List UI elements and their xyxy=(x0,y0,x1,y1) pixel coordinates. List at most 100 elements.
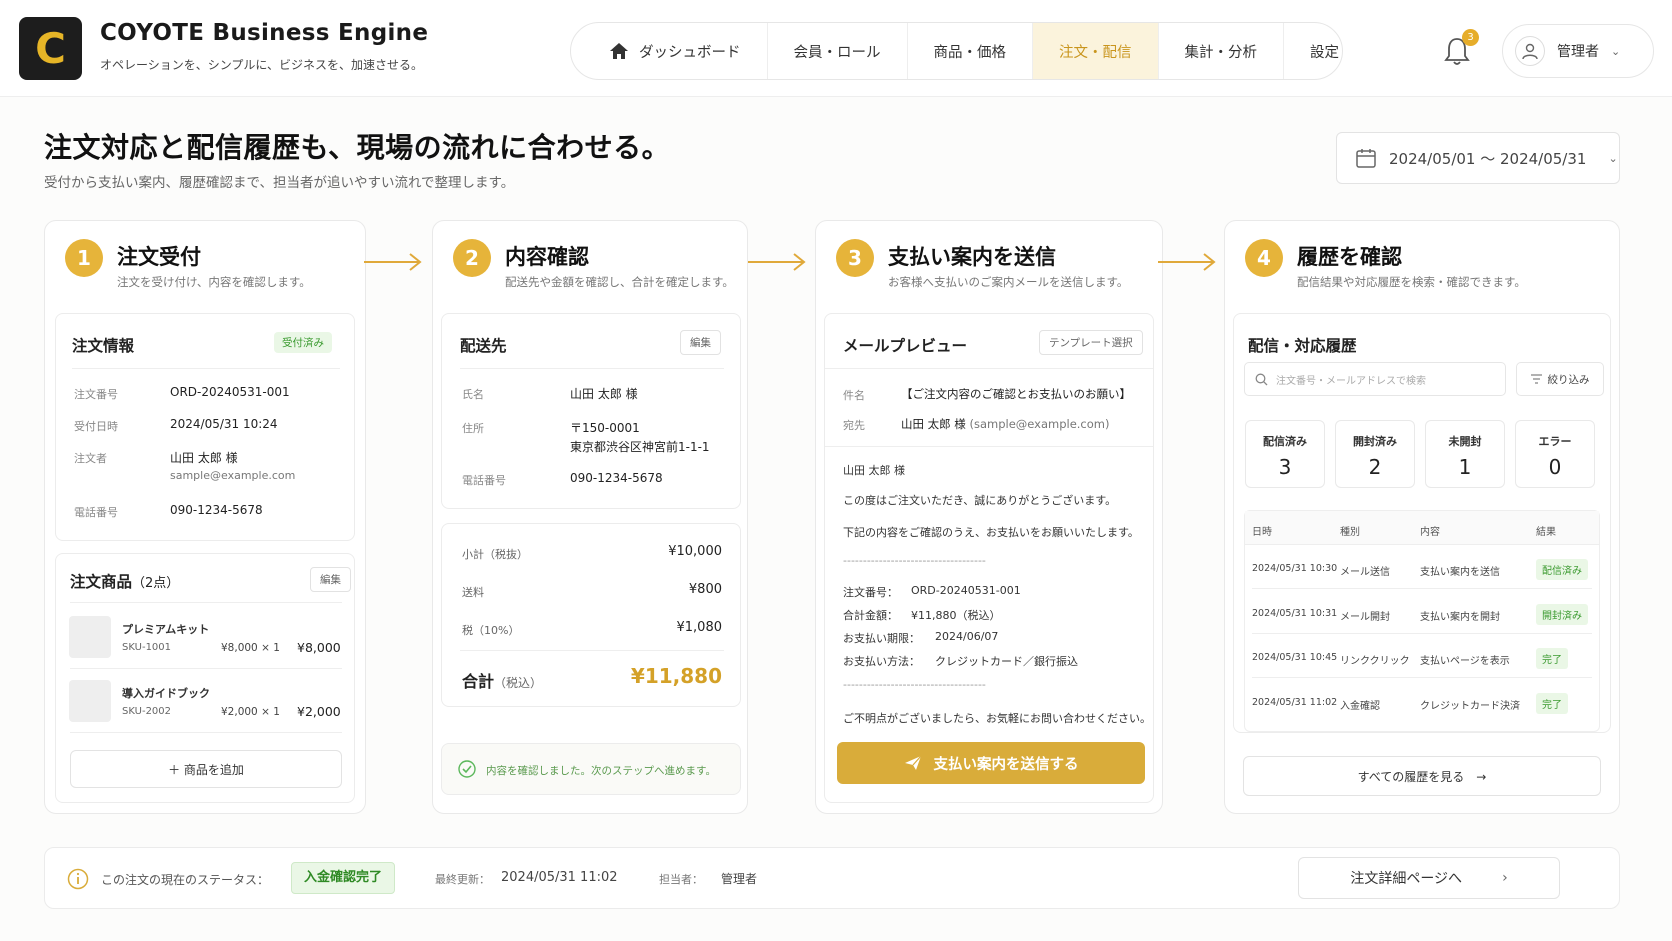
nav-analytics[interactable]: 集計・分析 xyxy=(1159,23,1284,79)
row-time: 2024/05/31 11:02 xyxy=(1252,697,1338,708)
owner-label: 担当者： xyxy=(659,873,703,886)
nav-settings[interactable]: 設定 xyxy=(1284,23,1365,79)
app-tagline: オペレーションを、シンプルに、ビジネスを、加速させる。 xyxy=(100,58,424,72)
card-title-text: 注文商品 xyxy=(70,573,133,591)
mail-line: 下記の内容をご確認のうえ、お支払いをお願いいたします。 xyxy=(843,526,1139,539)
view-all-history-button[interactable]: すべての履歴を見る → xyxy=(1243,756,1601,796)
field-label: 住所 xyxy=(462,422,484,435)
chevron-down-icon: ⌄ xyxy=(1608,151,1618,165)
nav-dashboard[interactable]: ダッシュボード xyxy=(583,23,768,79)
mail-due-label: お支払い期限： xyxy=(843,632,920,645)
subtotal-value: ¥10,000 xyxy=(668,544,722,559)
check-circle-icon xyxy=(458,760,476,778)
edit-button[interactable]: 編集 xyxy=(680,330,721,355)
step-number: 3 xyxy=(836,239,874,277)
card-title: 注文情報 xyxy=(72,337,135,355)
step-title: 注文受付 xyxy=(117,245,201,269)
step-number: 4 xyxy=(1245,239,1283,277)
product-unit: ¥8,000 × 1 xyxy=(221,642,280,654)
mail-separator: ------------------------------------ xyxy=(843,554,986,567)
field-label: 電話番号 xyxy=(74,506,118,519)
chevron-right-icon: › xyxy=(1502,870,1508,886)
stat-label: エラー xyxy=(1538,435,1572,448)
nav-label: ダッシュボード xyxy=(639,44,741,61)
field-label: 氏名 xyxy=(462,388,484,401)
field-label: 注文番号 xyxy=(74,388,118,401)
shipping-phone: 090-1234-5678 xyxy=(570,471,663,485)
user-icon xyxy=(1522,43,1538,60)
filter-label: 絞り込み xyxy=(1547,373,1590,386)
result-badge: 配信済み xyxy=(1536,559,1588,580)
history-search-input[interactable]: 注文番号・メールアドレスで検索 xyxy=(1244,362,1506,396)
mail-amount-label: 合計金額： xyxy=(843,609,898,622)
template-select-button[interactable]: テンプレート選択 xyxy=(1039,330,1143,355)
row-type: 入金確認 xyxy=(1340,701,1380,712)
product-sku: SKU-2002 xyxy=(122,706,172,717)
order-items-card: 注文商品（2点） 編集 プレミアムキット SKU-1001 ¥8,000 × 1… xyxy=(55,553,355,803)
product-unit: ¥2,000 × 1 xyxy=(221,706,280,718)
col-header: 結果 xyxy=(1536,527,1556,538)
customer-phone: 090-1234-5678 xyxy=(170,503,263,517)
filter-button[interactable]: 絞り込み xyxy=(1516,362,1604,396)
mail-line: この度はご注文いただき、誠にありがとうございます。 xyxy=(843,494,1117,507)
date-range-picker[interactable]: 2024/05/01 〜 2024/05/31 ⌄ xyxy=(1336,132,1620,184)
col-header: 内容 xyxy=(1420,527,1440,538)
stat-label: 配信済み xyxy=(1263,435,1307,448)
status-label: この注文の現在のステータス： xyxy=(101,873,270,887)
send-payment-guide-button[interactable]: 支払い案内を送信する xyxy=(837,742,1145,784)
shipping-fee-value: ¥800 xyxy=(688,582,722,597)
stat-label: 未開封 xyxy=(1448,435,1482,448)
order-number: ORD-20240531-001 xyxy=(170,385,290,399)
stat-unopened[interactable]: 未開封 1 xyxy=(1425,420,1505,488)
stat-opened[interactable]: 開封済み 2 xyxy=(1335,420,1415,488)
status-badge: 受付済み xyxy=(274,332,332,353)
add-item-button[interactable]: ＋ 商品を追加 xyxy=(70,750,342,788)
shipping-name: 山田 太郎 様 xyxy=(570,387,638,401)
card-title: 配信・対応履歴 xyxy=(1248,337,1357,355)
totals-card: 小計（税抜） ¥10,000 送料 ¥800 税（10%） ¥1,080 合計（… xyxy=(441,523,741,707)
result-badge: 完了 xyxy=(1536,648,1568,669)
main-nav: ダッシュボード 会員・ロール 商品・価格 注文・配信 集計・分析 設定 xyxy=(570,22,1343,80)
customer-name: 山田 太郎 様 xyxy=(170,451,238,465)
subtotal-label: 小計（税抜） xyxy=(462,548,528,561)
product-name: 導入ガイドブック xyxy=(122,687,210,700)
updated-label: 最終更新： xyxy=(435,873,490,886)
step-desc: 注文を受け付け、内容を確認します。 xyxy=(117,275,311,289)
app-title: COYOTE Business Engine xyxy=(100,20,429,46)
nav-label: 会員・ロール xyxy=(793,44,881,61)
date-range-value: 2024/05/01 〜 2024/05/31 xyxy=(1389,149,1587,168)
step-content-check: 2 内容確認 配送先や金額を確認し、合計を確定します。 配送先 編集 氏名 山田… xyxy=(432,220,748,814)
row-time: 2024/05/31 10:30 xyxy=(1252,563,1338,574)
field-label: 注文者 xyxy=(74,452,107,465)
app-logo[interactable]: C xyxy=(19,17,82,80)
stat-label: 開封済み xyxy=(1353,435,1397,448)
mail-separator: ------------------------------------ xyxy=(843,678,986,691)
confirm-note-text: 内容を確認しました。次のステップへ進めます。 xyxy=(486,765,716,777)
page-title: 注文対応と配信履歴も、現場の流れに合わせる。 xyxy=(44,131,671,164)
user-menu[interactable]: 管理者 ⌄ xyxy=(1502,24,1654,78)
send-icon xyxy=(904,755,921,770)
nav-members[interactable]: 会員・ロール xyxy=(768,23,908,79)
page-subtitle: 受付から支払い案内、履歴確認まで、担当者が追いやすい流れで整理します。 xyxy=(44,175,515,191)
card-title: 注文商品（2点） xyxy=(70,570,179,592)
stat-value: 2 xyxy=(1368,455,1382,479)
mail-due: 2024/06/07 xyxy=(935,630,999,643)
edit-button[interactable]: 編集 xyxy=(310,567,351,592)
mail-order-label: 注文番号： xyxy=(843,586,898,599)
product-total: ¥8,000 xyxy=(297,640,341,655)
row-content: 支払い案内を開封 xyxy=(1420,612,1500,623)
step-desc: 配信結果や対応履歴を検索・確認できます。 xyxy=(1297,275,1526,289)
shipping-card: 配送先 編集 氏名 山田 太郎 様 住所 〒150-0001 東京都渋谷区神宮前… xyxy=(441,313,741,509)
mail-closing: ご不明点がございましたら、お気軽にお問い合わせください。 xyxy=(843,712,1151,725)
stat-error[interactable]: エラー 0 xyxy=(1515,420,1595,488)
stat-value: 3 xyxy=(1278,455,1292,479)
mail-amount: ¥11,880（税込） xyxy=(911,609,1001,622)
chevron-down-icon: ⌄ xyxy=(1611,44,1621,58)
received-datetime: 2024/05/31 10:24 xyxy=(170,417,278,431)
nav-products[interactable]: 商品・価格 xyxy=(908,23,1033,79)
order-detail-button[interactable]: 注文詳細ページへ › xyxy=(1298,857,1560,899)
stat-delivered[interactable]: 配信済み 3 xyxy=(1245,420,1325,488)
mail-order-no: ORD-20240531-001 xyxy=(911,584,1021,597)
nav-orders[interactable]: 注文・配信 xyxy=(1033,23,1159,79)
row-content: クレジットカード決済 xyxy=(1420,701,1520,712)
